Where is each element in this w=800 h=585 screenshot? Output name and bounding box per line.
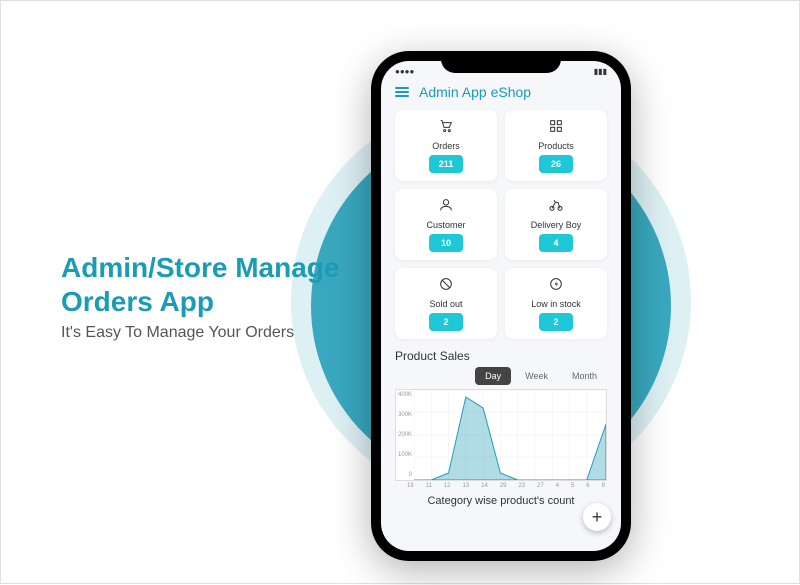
card-orders[interactable]: Orders 211 bbox=[395, 110, 497, 181]
bolt-icon bbox=[548, 276, 564, 297]
card-badge: 26 bbox=[539, 155, 573, 173]
heading-line1: Admin/Store Manage bbox=[61, 251, 339, 285]
chart-y-axis: 400K 300K 200K 100K 0 bbox=[396, 390, 414, 480]
card-soldout[interactable]: Sold out 2 bbox=[395, 268, 497, 339]
card-products[interactable]: Products 26 bbox=[505, 110, 607, 181]
status-left: ●●●● bbox=[395, 67, 414, 76]
card-label: Sold out bbox=[429, 299, 462, 309]
grid-icon bbox=[548, 118, 564, 139]
app-bar: Admin App eShop bbox=[381, 78, 621, 110]
ban-icon bbox=[438, 276, 454, 297]
card-badge: 4 bbox=[539, 234, 573, 252]
fab-add[interactable]: + bbox=[583, 503, 611, 531]
phone-frame: ●●●● ▮▮▮ Admin App eShop Orders 211 Prod… bbox=[371, 51, 631, 561]
phone-notch bbox=[441, 51, 561, 73]
chart-x-axis: 19 11 12 13 14 29 23 27 4 5 6 8 bbox=[381, 481, 621, 489]
card-badge: 211 bbox=[429, 155, 464, 173]
card-label: Delivery Boy bbox=[531, 220, 582, 230]
sales-chart: 400K 300K 200K 100K 0 bbox=[395, 389, 607, 481]
card-badge: 10 bbox=[429, 234, 463, 252]
stats-grid: Orders 211 Products 26 Customer 10 Deliv… bbox=[381, 110, 621, 339]
tab-month[interactable]: Month bbox=[562, 367, 607, 385]
card-delivery[interactable]: Delivery Boy 4 bbox=[505, 189, 607, 260]
tab-week[interactable]: Week bbox=[515, 367, 558, 385]
card-label: Products bbox=[538, 141, 574, 151]
card-label: Customer bbox=[426, 220, 465, 230]
card-customer[interactable]: Customer 10 bbox=[395, 189, 497, 260]
card-lowstock[interactable]: Low in stock 2 bbox=[505, 268, 607, 339]
subtitle: It's Easy To Manage Your Orders bbox=[61, 324, 339, 342]
cart-icon bbox=[438, 118, 454, 139]
bike-icon bbox=[548, 197, 564, 218]
heading-line2: Orders App bbox=[61, 285, 339, 319]
card-badge: 2 bbox=[429, 313, 463, 331]
card-badge: 2 bbox=[539, 313, 573, 331]
card-label: Orders bbox=[432, 141, 460, 151]
user-icon bbox=[438, 197, 454, 218]
status-right: ▮▮▮ bbox=[594, 67, 607, 76]
sales-section-title: Product Sales bbox=[381, 339, 621, 367]
card-label: Low in stock bbox=[531, 299, 581, 309]
chart-plot bbox=[414, 390, 606, 480]
tab-day[interactable]: Day bbox=[475, 367, 511, 385]
appbar-title: Admin App eShop bbox=[419, 84, 531, 100]
sales-tabs: Day Week Month bbox=[381, 367, 621, 389]
menu-icon[interactable] bbox=[395, 87, 409, 97]
phone-screen: ●●●● ▮▮▮ Admin App eShop Orders 211 Prod… bbox=[381, 61, 621, 551]
